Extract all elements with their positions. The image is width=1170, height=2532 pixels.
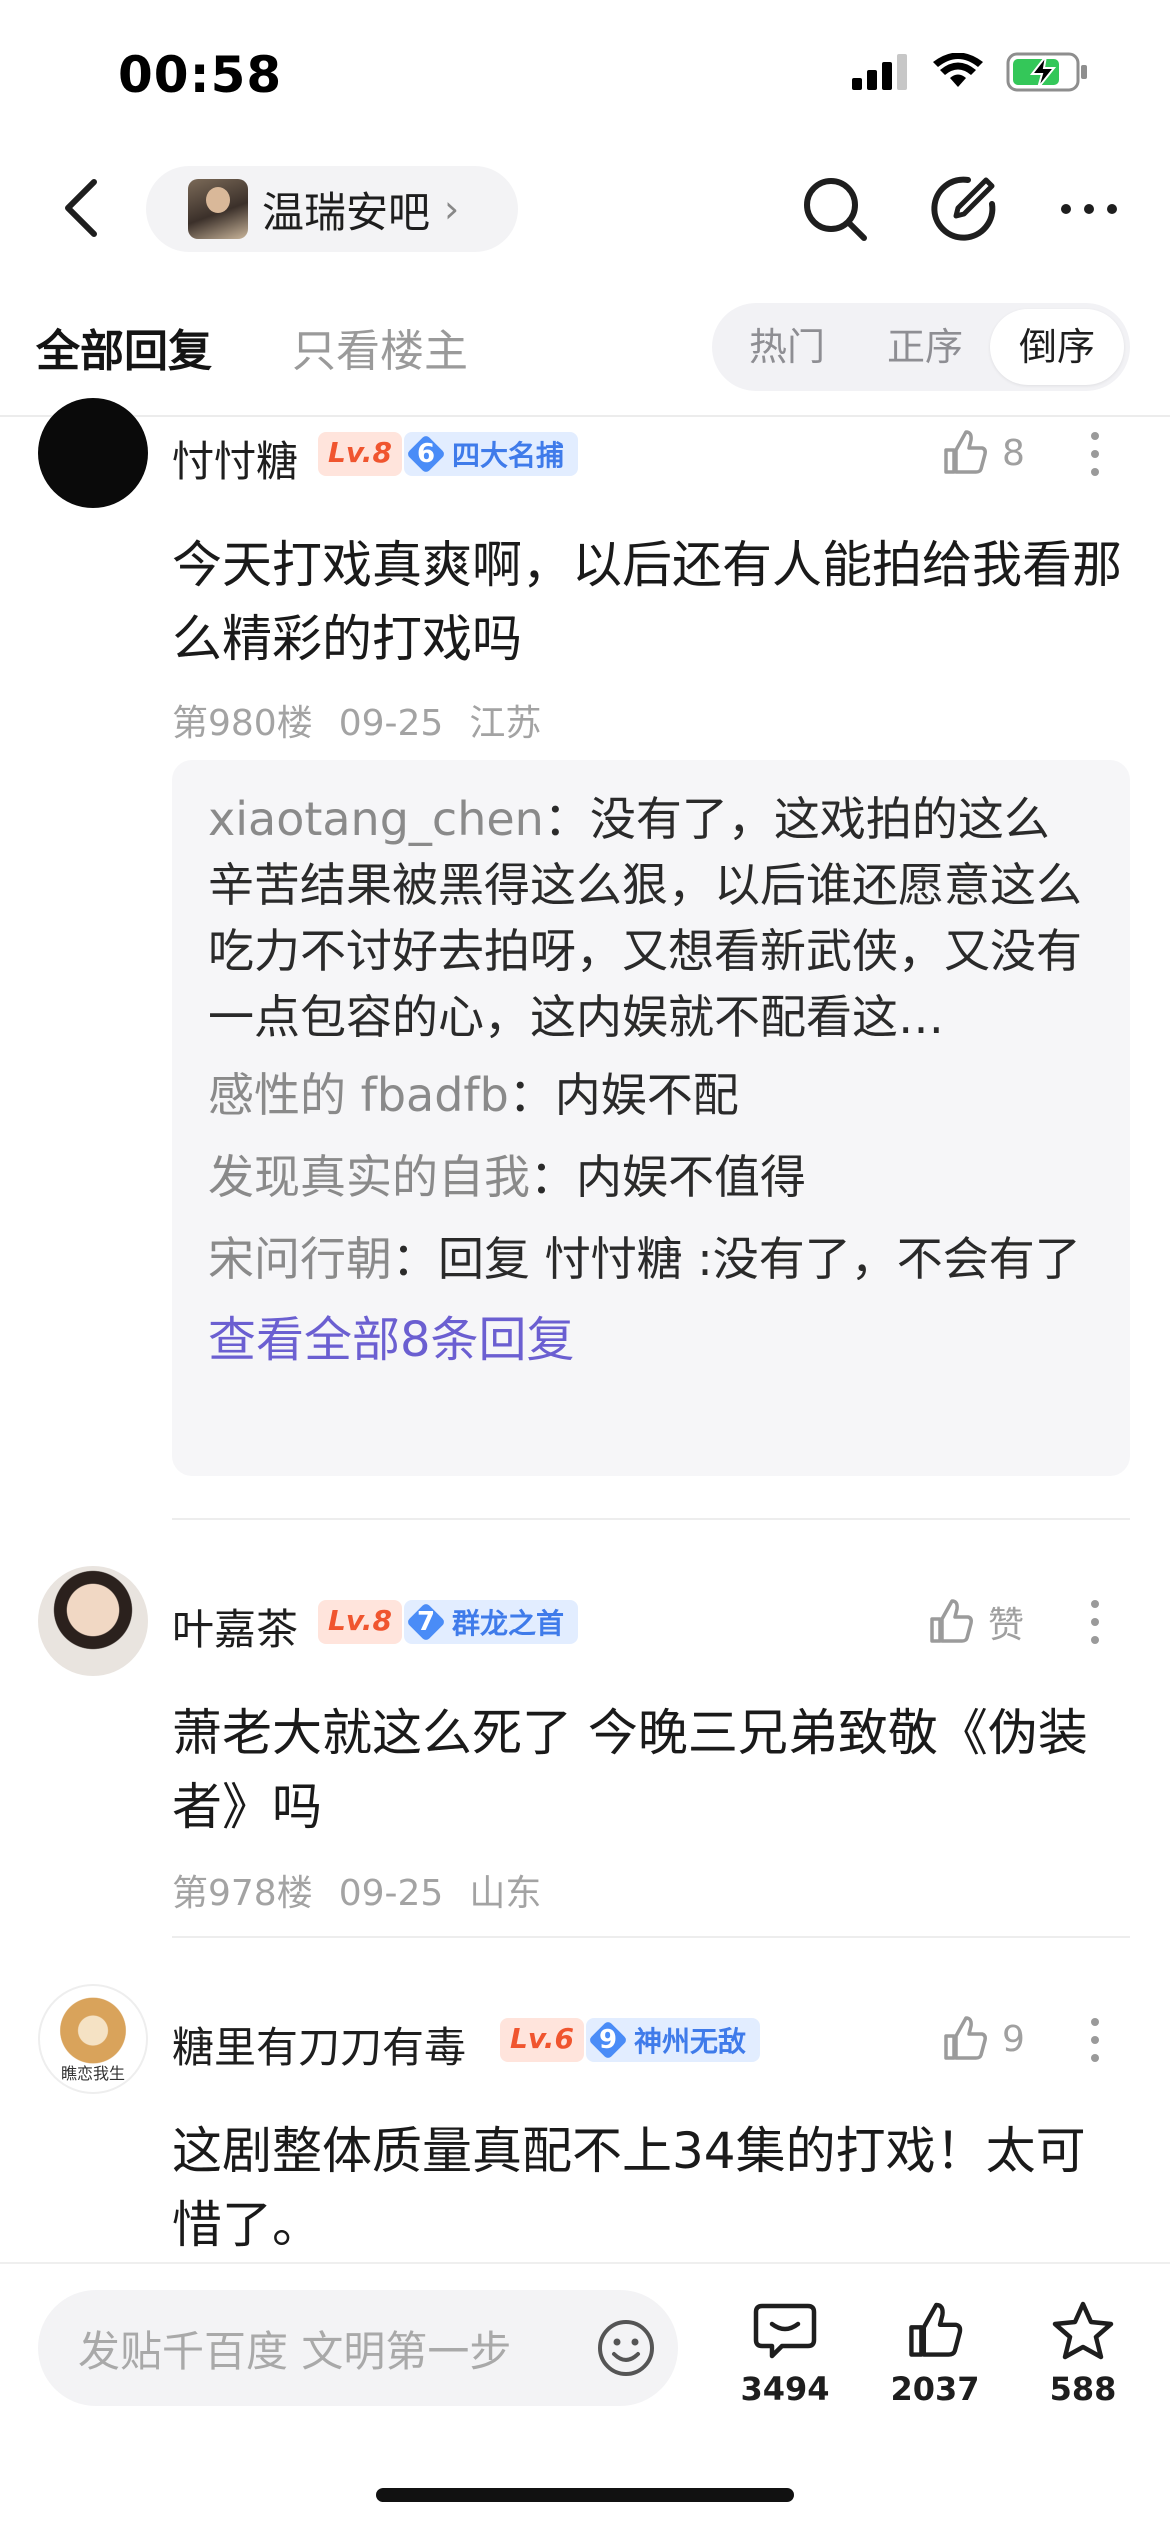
sub-reply-user[interactable]: 发现真实的自我 [208,1150,530,1204]
reply-filter-row: 全部回复 只看楼主 热门 正序 倒序 [0,295,1170,395]
rank-badge: 6 四大名捕 [404,432,579,476]
username[interactable]: 叶嘉茶 [172,1596,298,1657]
sub-reply-user[interactable]: xiaotang_chen [208,792,544,846]
sort-hot-button[interactable]: 热门 [722,303,852,391]
rank-diamond-icon: 6 [404,432,448,476]
emoji-icon[interactable] [596,2318,656,2378]
forum-avatar [188,179,248,239]
comment-input[interactable]: 发贴千百度 文明第一步 [38,2290,678,2406]
thumbs-up-icon [944,430,987,474]
sub-reply: xiaotang_chen：没有了，这戏拍的这么辛苦结果被黑得这么狠，以后谁还愿… [208,792,1082,1044]
avatar[interactable] [38,398,148,508]
chevron-right-icon: › [444,187,460,231]
post-location: 江苏 [469,703,542,744]
thumbs-up-icon [930,1599,973,1643]
forum-entry-button[interactable]: 温瑞安吧 › [146,166,518,252]
thumbs-up-icon [909,2302,963,2357]
like-count: 8 [1002,432,1025,474]
status-icons [852,52,1090,92]
sub-reply: 宋问行朝：回复 忖忖糖 :没有了，不会有了 [208,1232,1081,1286]
rank-diamond-icon: 9 [586,2018,630,2062]
rank-title: 神州无敌 [634,2025,747,2058]
sub-reply: 发现真实的自我：内娱不值得 [208,1150,806,1204]
forum-name: 温瑞安吧 [262,187,431,237]
like-label: 赞 [988,1605,1025,1646]
like-button[interactable]: 赞 [926,1596,1024,1648]
level-badge: Lv.8 [318,1600,402,1644]
post-meta: 第980楼 09-25 江苏 [172,694,567,746]
view-all-replies-link[interactable]: 查看全部8条回复 [208,1300,1094,1370]
sort-desc-button[interactable]: 倒序 [990,309,1124,385]
sub-reply-user[interactable]: 感性的 fbadfb [208,1068,509,1122]
comment-input-placeholder: 发贴千百度 文明第一步 [78,2326,512,2376]
like-button[interactable]: 8 [940,428,1025,478]
wifi-icon [933,53,983,87]
rank-badge: 7 群龙之首 [404,1600,579,1644]
sub-reply: 感性的 fbadfb：内娱不配 [208,1068,739,1122]
home-indicator[interactable] [376,2488,794,2502]
sort-asc-button[interactable]: 正序 [860,303,990,391]
username[interactable]: 糖里有刀刀有毒 [172,2014,466,2075]
status-time: 00:58 [118,46,283,104]
more-options-icon[interactable] [1088,1600,1102,1644]
edit-post-icon[interactable] [928,174,998,244]
more-options-icon[interactable] [1088,432,1102,476]
search-icon[interactable] [800,174,870,244]
post-meta: 第978楼 09-25 山东 [172,1864,567,1916]
comment-icon [753,2303,817,2359]
post-date: 09-25 [338,1873,444,1914]
like-count: 9 [1002,2018,1025,2060]
thumbs-up-icon [944,2016,987,2060]
thread-like-button[interactable]: 2037 [880,2300,990,2408]
nav-bar: 温瑞安吧 › [0,150,1170,265]
sub-reply-user[interactable]: 宋问行朝 [208,1232,392,1286]
tab-only-op[interactable]: 只看楼主 [292,315,468,379]
star-icon [1052,2301,1114,2360]
rank-title: 群龙之首 [452,1607,565,1640]
back-icon[interactable] [56,176,116,240]
more-options-icon[interactable] [1088,2018,1102,2062]
floor-number: 第978楼 [172,1873,313,1914]
post-content: 这剧整体质量真配不上34集的打戏！太可惜了。 [172,2122,1086,2254]
battery-charging-icon [1006,52,1087,92]
rank-diamond-icon: 7 [404,1600,448,1644]
status-bar: 00:58 [0,0,1170,150]
avatar[interactable] [38,1566,148,1676]
rank-badge: 9 神州无敌 [586,2018,761,2062]
comment-count: 3494 [740,2370,830,2408]
post-content: 萧老大就这么死了 今晚三兄弟致敬《伪装者》吗 [172,1704,1088,1836]
username[interactable]: 忖忖糖 [172,428,298,489]
floor-number: 第980楼 [172,703,313,744]
post-content: 今天打戏真爽啊，以后还有人能拍给我看那么精彩的打戏吗 [172,536,1122,668]
divider [0,415,1170,417]
more-icon[interactable] [1054,174,1124,244]
divider [172,1936,1130,1938]
avatar[interactable]: 瞧恋我生 [38,1984,148,2094]
sub-reply-text: 内娱不值得 [576,1150,806,1204]
favorite-count: 588 [1049,2370,1117,2408]
level-badge: Lv.8 [318,432,402,476]
favorite-button[interactable]: 588 [1028,2300,1138,2408]
post-date: 09-25 [338,703,444,744]
avatar-caption: 瞧恋我生 [60,2064,125,2083]
tab-all-replies[interactable]: 全部回复 [36,315,212,379]
sort-toggle: 热门 正序 倒序 [712,303,1130,391]
cellular-signal-icon [852,54,907,90]
sub-reply-text: 内娱不配 [554,1068,739,1122]
post-location: 山东 [469,1873,542,1914]
comment-count-button[interactable]: 3494 [730,2300,840,2408]
divider [172,1518,1130,1520]
like-button[interactable]: 9 [940,2014,1025,2064]
sub-reply-text: 回复 忖忖糖 :没有了，不会有了 [438,1232,1081,1286]
thread-like-count: 2037 [890,2370,980,2408]
sub-reply-box[interactable]: xiaotang_chen：没有了，这戏拍的这么辛苦结果被黑得这么狠，以后谁还愿… [172,760,1130,1476]
rank-title: 四大名捕 [452,439,565,472]
level-badge: Lv.6 [500,2018,584,2062]
